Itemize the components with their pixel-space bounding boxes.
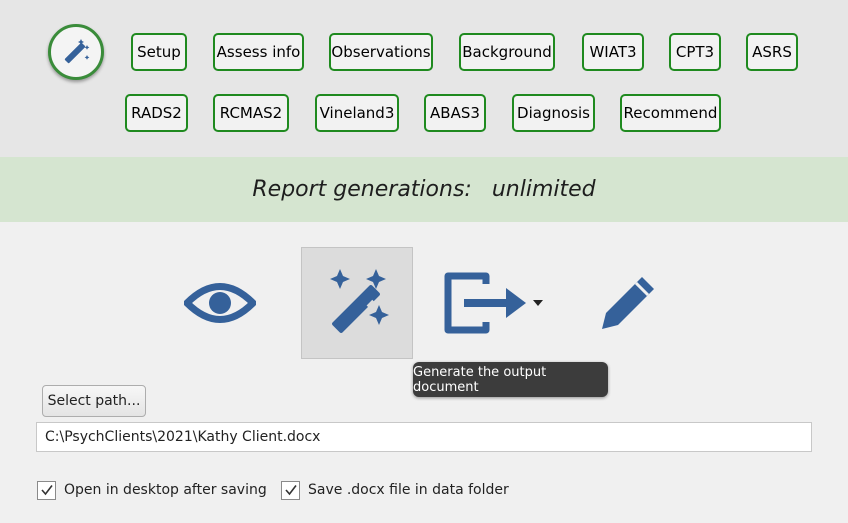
export-icon xyxy=(444,272,543,334)
tab-asrs[interactable]: ASRS xyxy=(746,33,798,71)
select-path-button[interactable]: Select path... xyxy=(42,385,146,417)
tab-background[interactable]: Background xyxy=(459,33,555,71)
tab-cpt3[interactable]: CPT3 xyxy=(669,33,721,71)
open-in-desktop-checkbox[interactable]: Open in desktop after saving xyxy=(37,479,267,501)
magic-wand-icon xyxy=(330,269,389,333)
tab-rcmas2[interactable]: RCMAS2 xyxy=(213,94,289,132)
preview-button[interactable] xyxy=(164,247,276,359)
tab-abas3[interactable]: ABAS3 xyxy=(424,94,486,132)
save-docx-checkbox[interactable]: Save .docx file in data folder xyxy=(281,479,509,501)
checkbox-box[interactable] xyxy=(281,480,300,500)
chevron-down-icon xyxy=(533,300,543,306)
magic-wand-icon xyxy=(64,39,90,64)
tab-diagnosis[interactable]: Diagnosis xyxy=(512,94,595,132)
header: Setup Assess info Observations Backgroun… xyxy=(0,0,848,157)
checkmark-icon xyxy=(40,485,53,496)
checkmark-icon xyxy=(284,485,297,496)
tab-recommend[interactable]: Recommend xyxy=(620,94,721,132)
edit-button[interactable] xyxy=(572,247,684,359)
tab-observations[interactable]: Observations xyxy=(329,33,433,71)
tab-vineland3[interactable]: Vineland3 xyxy=(315,94,399,132)
output-path-input[interactable] xyxy=(36,422,812,452)
tab-wiat3[interactable]: WIAT3 xyxy=(582,33,644,71)
pencil-icon xyxy=(602,277,654,329)
tab-assess-info[interactable]: Assess info xyxy=(213,33,304,71)
tooltip: Generate the output document xyxy=(413,362,608,397)
tab-rads2[interactable]: RADS2 xyxy=(125,94,188,132)
app-logo[interactable] xyxy=(48,24,104,80)
checkbox-box[interactable] xyxy=(37,480,56,500)
generate-document-button[interactable] xyxy=(301,247,413,359)
tab-setup[interactable]: Setup xyxy=(131,33,187,71)
save-docx-label: Save .docx file in data folder xyxy=(308,482,509,498)
report-generations-banner: Report generations: unlimited xyxy=(0,157,848,222)
banner-value: unlimited xyxy=(491,177,596,202)
open-in-desktop-label: Open in desktop after saving xyxy=(64,482,267,498)
eye-icon xyxy=(184,283,256,323)
banner-label: Report generations: xyxy=(252,177,472,202)
export-button[interactable] xyxy=(438,247,550,359)
